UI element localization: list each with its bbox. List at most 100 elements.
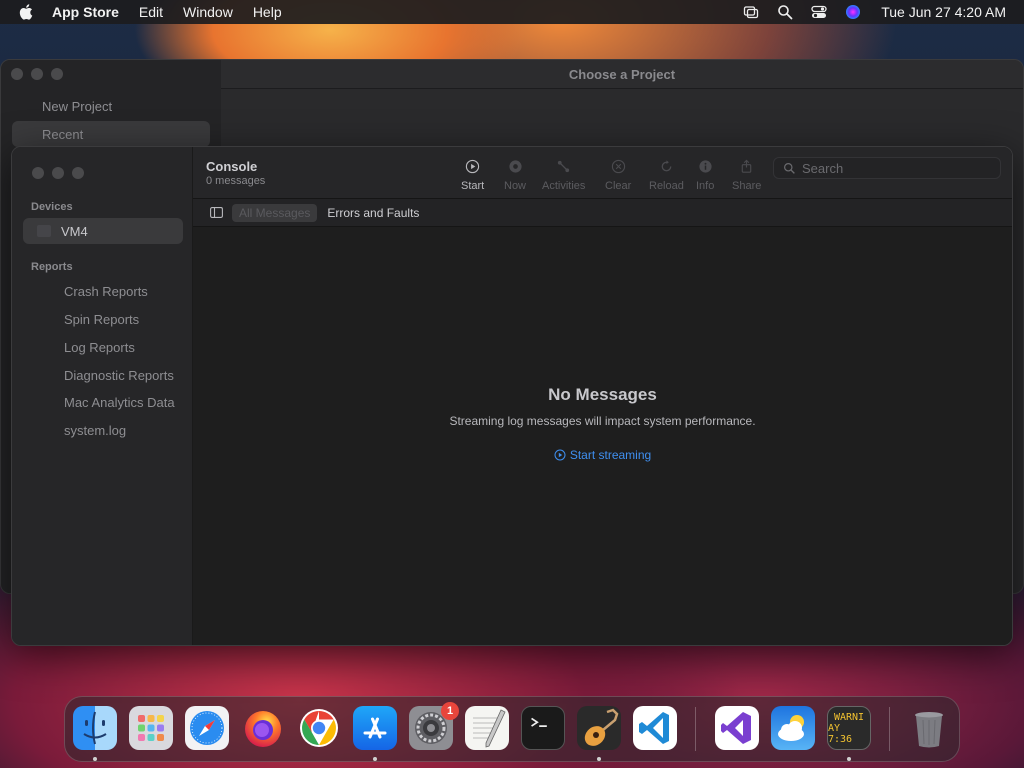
launchpad-icon (138, 715, 164, 741)
start-label: Start (461, 180, 485, 192)
dock-console[interactable]: WARNI AY 7:36 (827, 706, 871, 750)
now-button[interactable]: Now (504, 159, 526, 192)
recent-item[interactable]: Recent (12, 121, 210, 147)
dock: 1 WARNI AY 7:36 (64, 696, 960, 762)
console-icon-line-2: AY 7:36 (828, 722, 853, 745)
chrome-icon (300, 709, 338, 747)
new-project-item[interactable]: New Project (12, 93, 210, 119)
menu-app-name[interactable]: App Store (52, 4, 119, 20)
search-field[interactable]: Search (773, 157, 1001, 179)
now-label: Now (504, 180, 527, 192)
activities-icon (558, 160, 570, 173)
devices-header: Devices (31, 201, 73, 213)
sidebar-item-log-reports[interactable]: Log Reports (23, 334, 183, 360)
guitar-icon (584, 708, 619, 746)
menu-bar: App Store Edit Window Help Tue Jun 27 4:… (0, 0, 1024, 24)
start-button[interactable]: Start (461, 159, 484, 192)
share-icon (741, 159, 752, 173)
device-label: VM4 (61, 223, 88, 239)
control-center-icon[interactable] (811, 4, 827, 20)
now-icon (508, 160, 522, 173)
sidebar-item-label: system.log (64, 422, 127, 438)
visual-studio-icon (721, 712, 751, 744)
dock-visual-studio[interactable] (715, 706, 759, 750)
apple-menu-icon[interactable] (18, 3, 36, 21)
vscode-icon (639, 712, 669, 744)
filter-all-messages[interactable]: All Messages (232, 203, 318, 222)
running-indicator (93, 757, 97, 761)
menu-clock[interactable]: Tue Jun 27 4:20 AM (881, 4, 1006, 20)
running-indicator (597, 757, 601, 761)
reload-button[interactable]: Reload (649, 159, 684, 192)
zoom-button[interactable] (51, 68, 63, 80)
sidebar-item-diagnostic-reports[interactable]: Diagnostic Reports (23, 362, 183, 388)
menu-help[interactable]: Help (253, 4, 282, 20)
play-circle-icon (554, 449, 566, 461)
sidebar-item-label: Log Reports (64, 339, 135, 355)
dock-app-store[interactable] (353, 706, 397, 750)
clear-label: Clear (605, 180, 632, 192)
empty-state-description: Streaming log messages will impact syste… (449, 414, 756, 428)
sidebar-item-label: Diagnostic Reports (64, 367, 174, 383)
share-label: Share (732, 180, 762, 192)
console-sidebar: Devices VM4 Reports Crash Reports Spin R… (12, 147, 193, 645)
filter-errors-and-faults[interactable]: Errors and Faults (327, 206, 419, 220)
empty-state-title: No Messages (548, 385, 657, 404)
sidebar-item-spin-reports[interactable]: Spin Reports (23, 306, 183, 332)
search-placeholder: Search (802, 160, 844, 176)
dock-vscode[interactable] (633, 706, 677, 750)
window-controls (11, 68, 63, 80)
empty-state: No Messages Streaming log messages will … (193, 385, 1012, 466)
minimize-button[interactable] (31, 68, 43, 80)
dock-textedit[interactable] (465, 706, 509, 750)
sidebar-item-mac-analytics[interactable]: Mac Analytics Data (23, 389, 183, 415)
activities-button[interactable]: Activities (542, 159, 585, 192)
firefox-icon (245, 711, 281, 747)
dock-separator (889, 707, 890, 751)
dock-garageband[interactable] (577, 706, 621, 750)
console-window-controls (32, 167, 84, 179)
dock-separator (695, 707, 696, 751)
screen-mirroring-icon[interactable] (743, 4, 759, 20)
reports-header: Reports (31, 261, 73, 273)
console-main: Console 0 messages Start Now Activities … (193, 147, 1012, 645)
dock-launchpad[interactable] (129, 706, 173, 750)
clear-button[interactable]: Clear (605, 159, 631, 192)
search-icon (784, 162, 795, 174)
share-button[interactable]: Share (732, 159, 761, 192)
console-close-button[interactable] (32, 167, 44, 179)
finder-icon (83, 711, 107, 745)
close-button[interactable] (11, 68, 23, 80)
console-toolbar: Console 0 messages Start Now Activities … (193, 147, 1012, 199)
console-title: Console (206, 159, 258, 174)
running-indicator (373, 757, 377, 761)
menu-window[interactable]: Window (183, 4, 233, 20)
sidebar-item-label: Spin Reports (64, 311, 140, 327)
sidebar-toggle-icon[interactable] (210, 207, 223, 218)
dock-chrome[interactable] (297, 706, 341, 750)
dock-weather[interactable] (771, 706, 815, 750)
dock-firefox[interactable] (241, 706, 285, 750)
console-minimize-button[interactable] (52, 167, 64, 179)
textedit-icon (473, 709, 506, 748)
dock-terminal[interactable] (521, 706, 565, 750)
info-button[interactable]: Info (696, 159, 714, 192)
console-window: Devices VM4 Reports Crash Reports Spin R… (11, 146, 1013, 646)
siri-icon[interactable] (845, 4, 861, 20)
sidebar-item-crash-reports[interactable]: Crash Reports (23, 278, 183, 304)
reload-icon (661, 160, 672, 172)
start-streaming-link[interactable]: Start streaming (554, 448, 651, 462)
menu-edit[interactable]: Edit (139, 4, 163, 20)
spotlight-search-icon[interactable] (777, 4, 793, 20)
trash-icon (915, 712, 943, 748)
sidebar-item-system-log[interactable]: system.log (23, 417, 183, 443)
sidebar-item-vm4[interactable]: VM4 (23, 218, 183, 244)
dock-safari[interactable] (185, 706, 229, 750)
play-circle-icon (465, 159, 480, 174)
info-icon (699, 160, 712, 173)
console-zoom-button[interactable] (72, 167, 84, 179)
reload-label: Reload (649, 180, 684, 192)
info-label: Info (696, 180, 715, 192)
dock-finder[interactable] (73, 706, 117, 750)
dock-trash[interactable] (907, 706, 951, 750)
